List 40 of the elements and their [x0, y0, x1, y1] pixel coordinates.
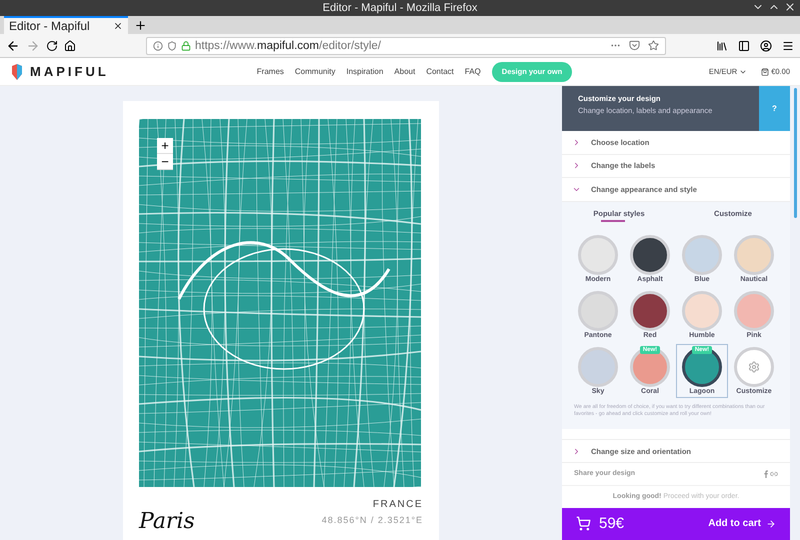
logo-text: MAPIFUL	[30, 64, 109, 79]
cart-icon	[576, 516, 591, 532]
facebook-icon[interactable]	[764, 470, 768, 478]
close-icon[interactable]	[784, 1, 796, 13]
account-icon[interactable]	[760, 40, 772, 52]
pocket-icon[interactable]	[629, 40, 640, 51]
add-to-cart-button[interactable]: 59€ Add to cart	[562, 508, 790, 540]
logo-icon	[10, 64, 24, 80]
shield-icon[interactable]	[167, 40, 177, 50]
bag-icon	[761, 68, 770, 76]
window-title: Editor - Mapiful - Mozilla Firefox	[322, 2, 478, 14]
nav-link[interactable]: Community	[294, 67, 336, 76]
back-icon[interactable]	[6, 38, 20, 52]
sidebar-icon[interactable]	[738, 40, 750, 52]
coordinates-label: 48.856°N / 2.3521°E	[322, 515, 423, 525]
nav-link[interactable]: Contact	[426, 67, 454, 76]
scrollbar-thumb[interactable]	[794, 88, 796, 218]
close-icon[interactable]	[113, 21, 123, 31]
nav-link[interactable]: Inspiration	[346, 67, 384, 76]
nav-link[interactable]: FAQ	[464, 67, 481, 76]
lock-icon	[181, 40, 191, 50]
url-text: https://www.mapiful.com/editor/style/	[195, 40, 381, 52]
menu-icon[interactable]	[782, 40, 794, 52]
tab-title: Editor - Mapiful	[9, 19, 91, 33]
address-bar[interactable]: https://www.mapiful.com/editor/style/	[146, 36, 666, 54]
arrow-right-icon	[766, 518, 776, 529]
nav-link[interactable]: Frames	[256, 67, 284, 76]
nav-link[interactable]: About	[394, 67, 416, 76]
star-icon[interactable]	[648, 40, 659, 51]
country-label: FRANCE	[372, 499, 423, 510]
city-label: Paris	[139, 509, 195, 534]
info-icon[interactable]	[153, 40, 163, 50]
zoom-in-button[interactable]: +	[157, 138, 173, 154]
library-icon[interactable]	[716, 40, 728, 52]
reload-icon[interactable]	[46, 40, 58, 52]
home-icon[interactable]	[64, 40, 76, 52]
customize-swatch	[734, 346, 774, 386]
new-tab-icon[interactable]	[134, 19, 147, 32]
link-icon[interactable]	[770, 470, 778, 478]
browser-tab[interactable]: Editor - Mapiful	[4, 16, 128, 34]
